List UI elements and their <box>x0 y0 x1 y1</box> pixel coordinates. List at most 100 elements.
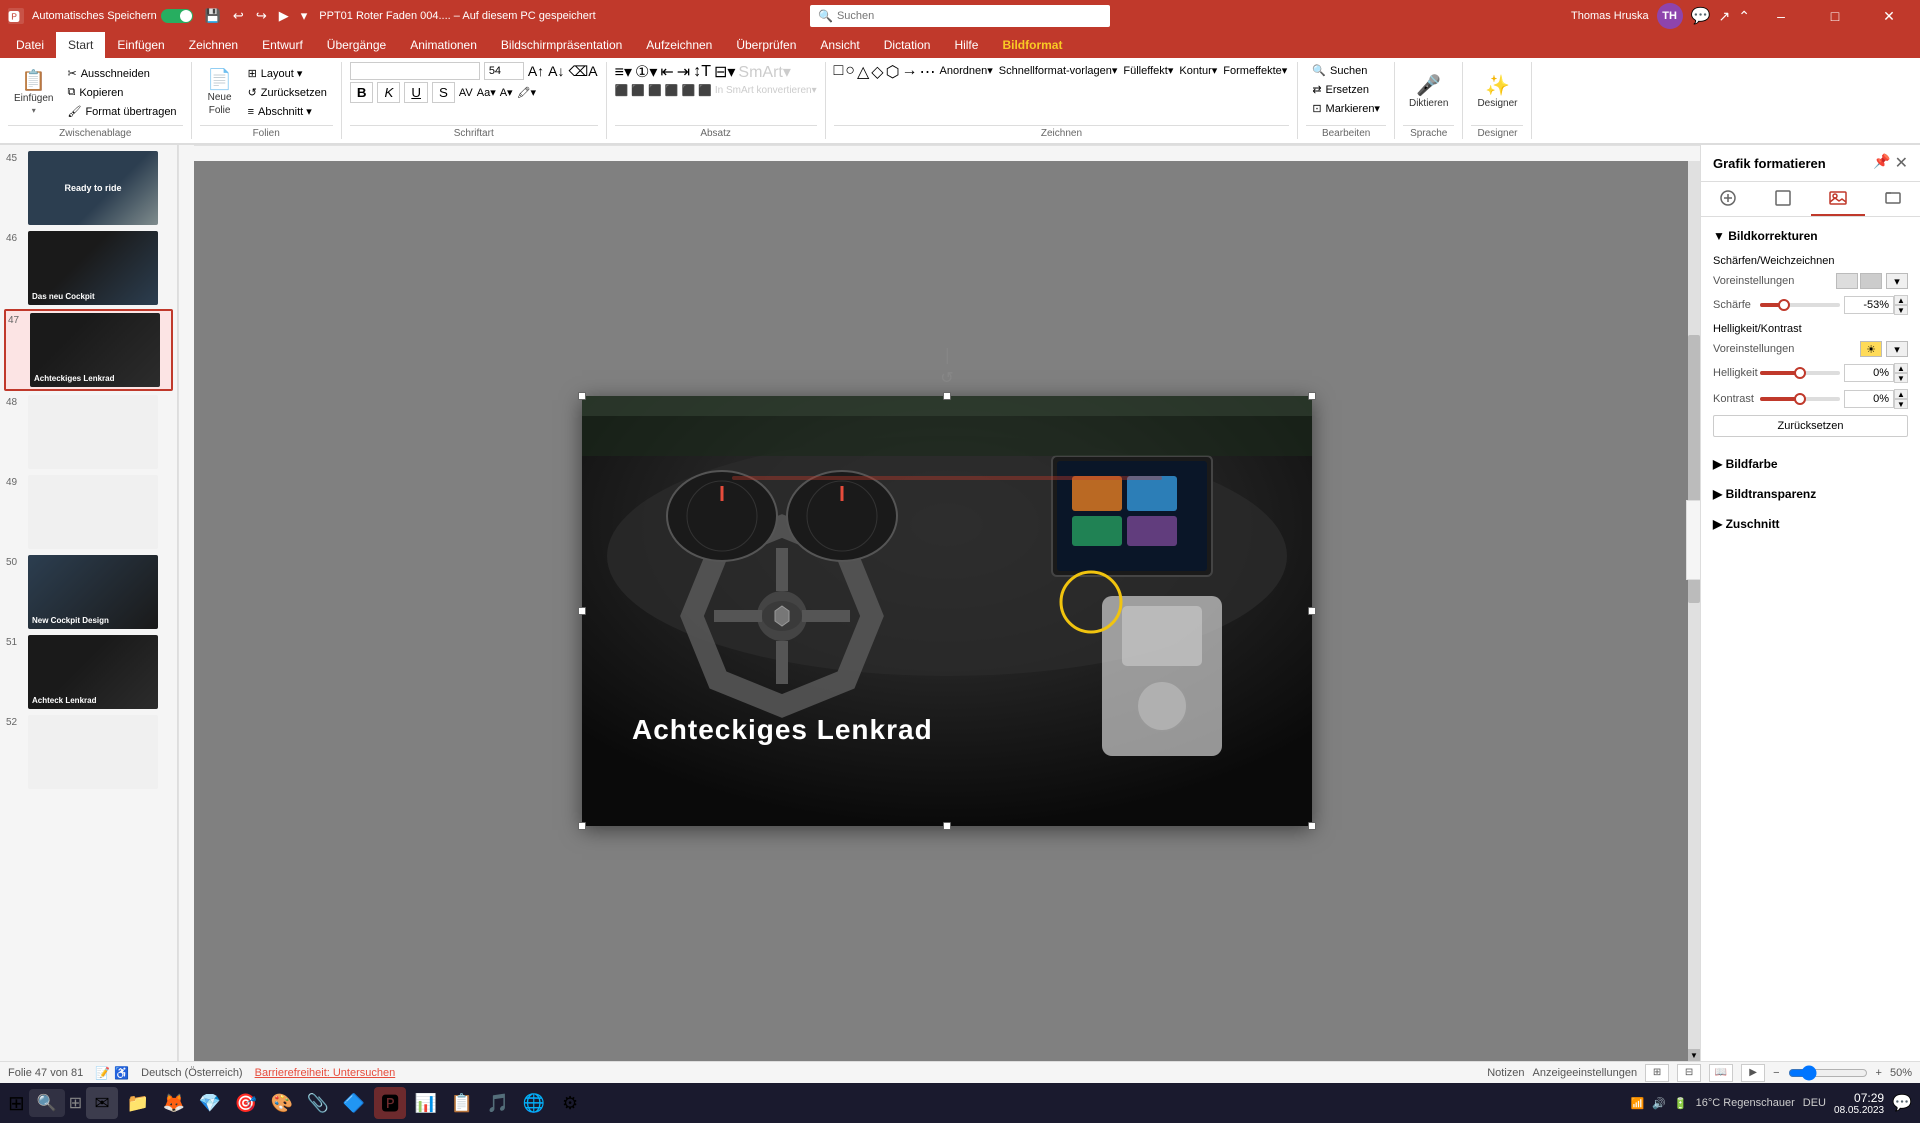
handle-middle-left[interactable] <box>578 607 586 615</box>
anordnen-button[interactable]: Anordnen▾ <box>938 62 995 82</box>
tab-dictation[interactable]: Dictation <box>872 32 943 58</box>
notes-icon[interactable]: 📝 <box>95 1066 110 1080</box>
slide-item-48[interactable]: 48 <box>4 393 173 471</box>
zoom-slider[interactable] <box>1788 1065 1868 1081</box>
tab-bildschirm[interactable]: Bildschirmpräsentation <box>489 32 634 58</box>
list-bullet-icon[interactable]: ≡▾ <box>615 62 632 82</box>
shape-5[interactable]: ⬡ <box>886 62 900 82</box>
taskbar-icons-icon1[interactable]: 💎 <box>194 1087 226 1119</box>
tab-bildformat[interactable]: Bildformat <box>990 32 1074 58</box>
zoom-out-icon[interactable]: − <box>1773 1067 1779 1079</box>
markieren-button[interactable]: ⊡ Markieren▾ <box>1306 100 1386 117</box>
layout-button[interactable]: ⊞ Layout ▾ <box>242 65 333 82</box>
format-sidebar-tab[interactable] <box>1686 500 1700 580</box>
shape-2[interactable]: ○ <box>845 62 855 82</box>
text-columns-icon[interactable]: ⊟▾ <box>714 62 735 82</box>
line-spacing-icon[interactable]: ⬛ <box>681 84 695 97</box>
slide-canvas[interactable]: Achteckiges Lenkrad <box>582 396 1312 826</box>
taskbar-word-icon[interactable]: 📋 <box>446 1087 478 1119</box>
tab-animationen[interactable]: Animationen <box>398 32 489 58</box>
battery-icon[interactable]: 🔋 <box>1674 1097 1688 1110</box>
panel-pin-icon[interactable]: 📌 <box>1873 153 1890 173</box>
ausschneiden-button[interactable]: ✂ Ausschneiden <box>61 65 182 82</box>
taskbar-paint-icon[interactable]: 🎨 <box>266 1087 298 1119</box>
schnellformat-button[interactable]: Schnellformat-vorlagen▾ <box>997 62 1120 82</box>
taskbar-settings-icon[interactable]: ⚙ <box>554 1087 586 1119</box>
panel-tab-effects[interactable] <box>1701 182 1756 216</box>
font-spacing-icon[interactable]: AV <box>459 87 473 99</box>
abschnitt-button[interactable]: ≡ Abschnitt ▾ <box>242 103 333 120</box>
search-box[interactable]: 🔍 <box>810 5 1110 27</box>
bildtransparenz-header[interactable]: ▶ Bildtransparenz <box>1713 483 1908 505</box>
text-direction-icon[interactable]: ↕T <box>693 63 711 81</box>
underline-button[interactable]: U <box>404 82 428 103</box>
font-name-input[interactable] <box>350 62 480 80</box>
taskbar-media-icon[interactable]: 🎵 <box>482 1087 514 1119</box>
align-left-icon[interactable]: ⬛ <box>615 84 629 97</box>
shape-6[interactable]: → <box>902 62 918 82</box>
taskbar-mail-icon[interactable]: ✉ <box>86 1087 118 1119</box>
preset-sun-icon[interactable]: ☀ <box>1860 341 1882 357</box>
handle-bottom-left[interactable] <box>578 822 586 830</box>
zoom-value[interactable]: 50% <box>1890 1067 1912 1079</box>
helligkeit-value-input[interactable] <box>1844 364 1894 382</box>
smartart-icon[interactable]: SmArt▾ <box>738 62 790 82</box>
panel-tab-picture[interactable] <box>1811 182 1866 216</box>
reading-view-button[interactable]: 📖 <box>1709 1064 1733 1082</box>
strikethrough-button[interactable]: S <box>432 82 455 103</box>
slide-item-49[interactable]: 49 <box>4 473 173 551</box>
handle-top-left[interactable] <box>578 392 586 400</box>
kopieren-button[interactable]: ⧉ Kopieren <box>61 84 182 101</box>
zuschnitt-header[interactable]: ▶ Zuschnitt <box>1713 513 1908 535</box>
share-icon[interactable]: ↗ <box>1719 8 1731 25</box>
handle-middle-right[interactable] <box>1308 607 1316 615</box>
kontrast-value-input[interactable] <box>1844 390 1894 408</box>
task-view-icon[interactable]: ⊞ <box>69 1093 82 1113</box>
bildfarbe-header[interactable]: ▶ Bildfarbe <box>1713 453 1908 475</box>
slide-item-45[interactable]: 45 Ready to ride <box>4 149 173 227</box>
align-center-icon[interactable]: ⬛ <box>631 84 645 97</box>
language-indicator[interactable]: DEU <box>1803 1097 1826 1109</box>
close-button[interactable]: ✕ <box>1866 0 1912 32</box>
diktieren-button[interactable]: 🎤 Diktieren <box>1403 72 1454 113</box>
align-text-icon[interactable]: ⬛ <box>698 84 712 97</box>
taskbar-explorer-icon[interactable]: 📁 <box>122 1087 154 1119</box>
tab-uebergaenge[interactable]: Übergänge <box>315 32 398 58</box>
slide-sorter-button[interactable]: ⊟ <box>1677 1064 1701 1082</box>
char-spacing-icon[interactable]: Aa▾ <box>477 86 496 99</box>
zuruecksetzen-btn[interactable]: Zurücksetzen <box>1713 415 1908 437</box>
tab-hilfe[interactable]: Hilfe <box>942 32 990 58</box>
panel-close-icon[interactable]: ✕ <box>1895 153 1908 173</box>
font-size-input[interactable] <box>484 62 524 80</box>
accessibility-label[interactable]: Barrierefreiheit: Untersuchen <box>255 1067 396 1079</box>
kontrast-stepper-up[interactable]: ▲ <box>1894 389 1908 399</box>
present-icon[interactable]: ▶ <box>275 6 293 26</box>
taskbar-teams-icon[interactable]: 🔷 <box>338 1087 370 1119</box>
time-date[interactable]: 07:29 08.05.2023 <box>1834 1091 1884 1116</box>
tab-start[interactable]: Start <box>56 32 105 58</box>
schaerfe-stepper-up[interactable]: ▲ <box>1894 295 1908 305</box>
taskbar-firefox-icon[interactable]: 🦊 <box>158 1087 190 1119</box>
ersetzen-button[interactable]: ⇄ Ersetzen <box>1306 81 1386 98</box>
tab-einfuegen[interactable]: Einfügen <box>105 32 176 58</box>
slide-item-50[interactable]: 50 New Cockpit Design <box>4 553 173 631</box>
shape-4[interactable]: ◇ <box>871 62 883 82</box>
align-right-icon[interactable]: ⬛ <box>648 84 662 97</box>
preset-icon-1[interactable] <box>1836 273 1858 289</box>
start-button[interactable]: ⊞ <box>8 1091 25 1116</box>
more-icon[interactable]: ▾ <box>297 6 312 26</box>
taskbar-powerpoint-icon[interactable]: 🅿 <box>374 1087 406 1119</box>
shape-1[interactable]: □ <box>834 62 844 82</box>
suchen-button[interactable]: 🔍 Suchen <box>1306 62 1386 79</box>
display-settings-button[interactable]: Anzeigeeinstellungen <box>1533 1067 1638 1079</box>
tab-zeichnen[interactable]: Zeichnen <box>177 32 250 58</box>
preset-icon-2[interactable] <box>1860 273 1882 289</box>
zoom-in-icon[interactable]: + <box>1876 1067 1882 1079</box>
shape-7[interactable]: ⋯ <box>920 62 936 82</box>
highlight-color-icon[interactable]: 🖍▾ <box>517 86 537 99</box>
list-number-icon[interactable]: ①▾ <box>635 62 657 82</box>
font-color-icon[interactable]: A▾ <box>500 86 513 99</box>
volume-icon[interactable]: 🔊 <box>1652 1097 1666 1110</box>
increase-font-icon[interactable]: A↑ <box>528 63 544 79</box>
rotate-handle[interactable] <box>940 368 953 388</box>
